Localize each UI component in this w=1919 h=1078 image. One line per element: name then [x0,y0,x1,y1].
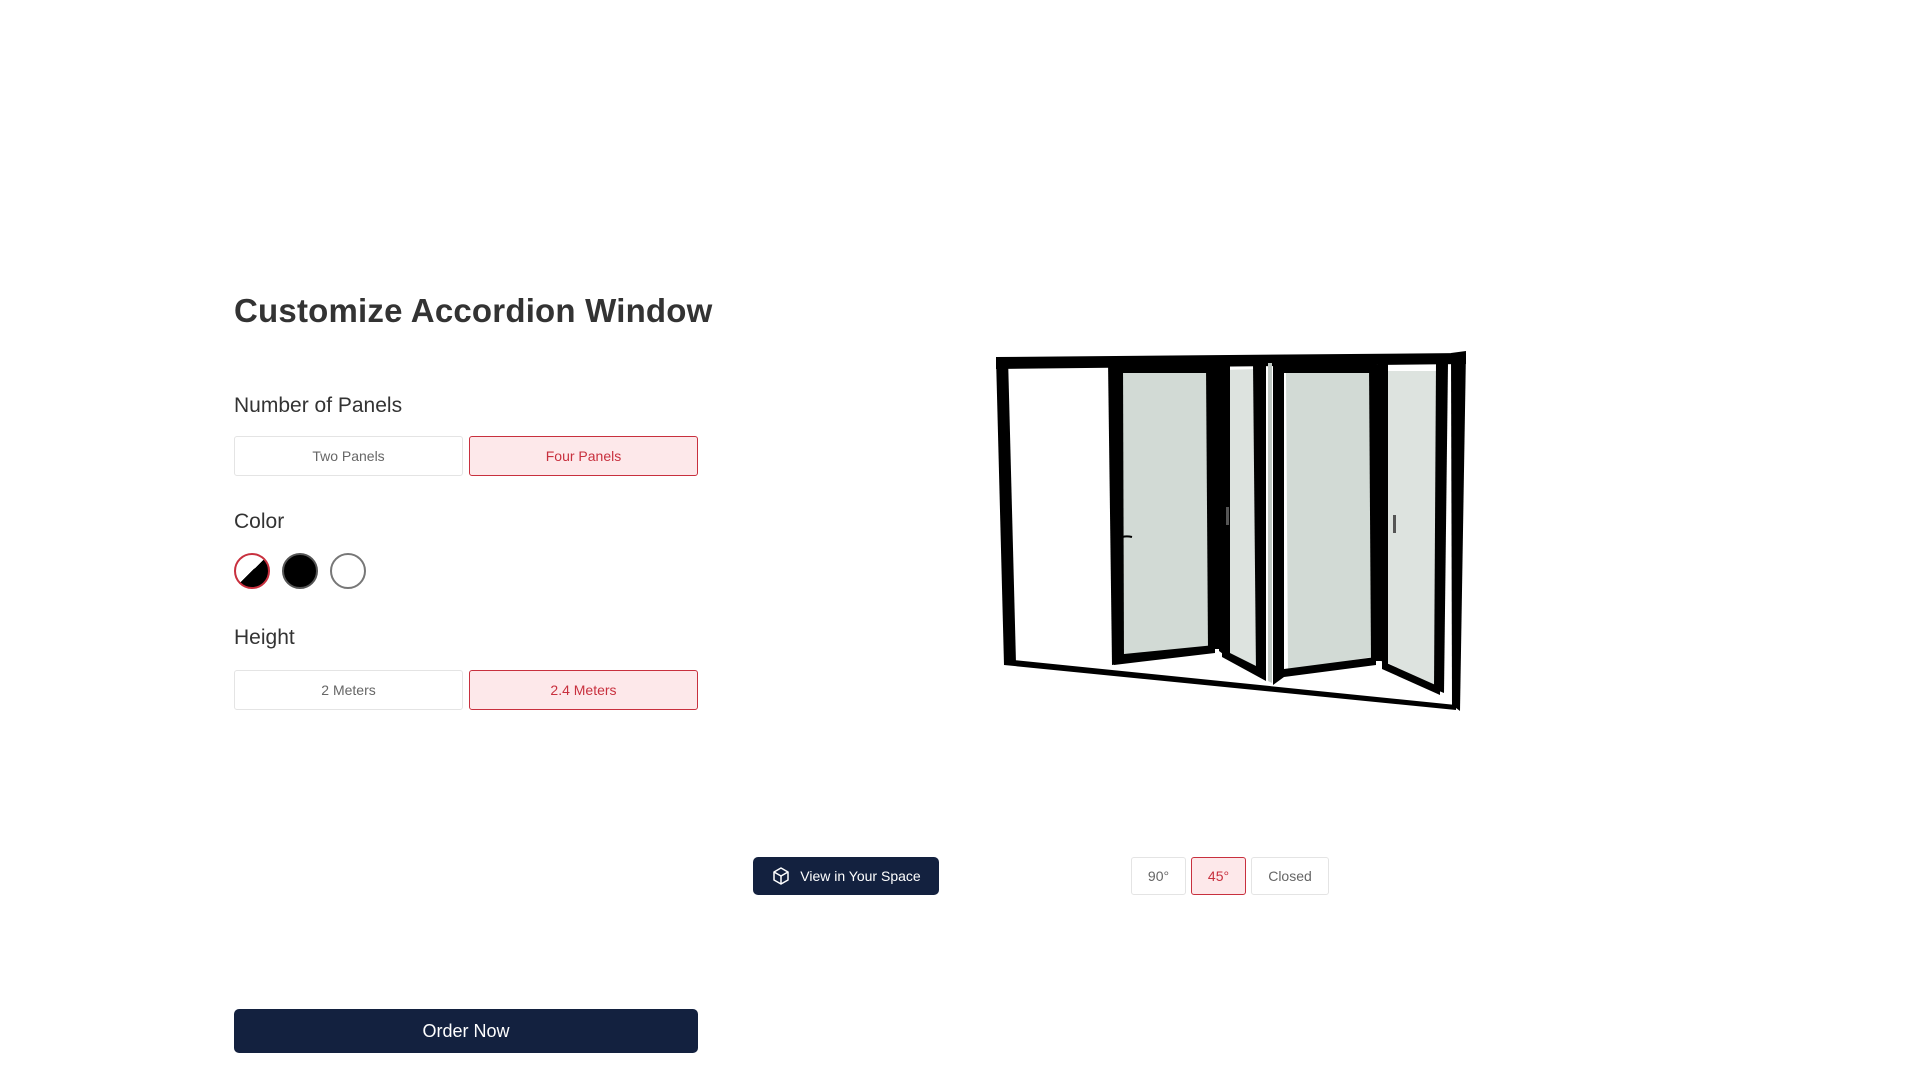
height-2m-button[interactable]: 2 Meters [234,670,463,710]
angle-closed-button[interactable]: Closed [1251,857,1329,895]
glass-pane-1 [1120,372,1210,657]
page-title: Customize Accordion Window [234,292,713,329]
glass-pane-3 [1286,372,1372,670]
view-in-your-space-button[interactable]: View in Your Space [753,857,939,895]
color-swatch-black[interactable] [282,553,318,589]
color-swatch-white[interactable] [330,553,366,589]
angle-90-button[interactable]: 90° [1131,857,1186,895]
page: Customize Accordion Window Number of Pan… [0,0,1919,1078]
color-swatch-group [234,553,366,589]
panel-2-handle-icon [1226,507,1229,525]
panel-1-rail-top [1112,365,1215,373]
window-left-opening [1006,359,1112,663]
center-mullion-highlight [1268,363,1272,683]
opening-angle-group: 90° 45° Closed [1131,857,1329,895]
accordion-window-render [996,351,1466,711]
window-3d-preview[interactable] [990,345,1470,715]
panels-option-group: Two Panels Four Panels [234,436,698,476]
color-swatch-black-white[interactable] [234,553,270,589]
color-section-label: Color [234,510,285,533]
panels-section-label: Number of Panels [234,394,403,417]
window-frame-right [1451,351,1466,711]
center-mullion [1273,363,1284,685]
panel-4-stile-right [1434,363,1448,693]
cube-3d-icon [771,866,791,886]
height-option-group: 2 Meters 2.4 Meters [234,670,698,710]
height-section-label: Height [234,626,295,649]
view-in-your-space-label: View in Your Space [800,868,921,884]
angle-45-button[interactable]: 45° [1191,857,1246,895]
order-now-button[interactable]: Order Now [234,1009,698,1053]
panel-3-rail-top [1282,365,1378,373]
panel-4-handle-icon [1393,515,1396,533]
window-frame-top [996,353,1466,369]
panel-4-stile-left [1378,363,1388,665]
two-panels-button[interactable]: Two Panels [234,436,463,476]
four-panels-button[interactable]: Four Panels [469,436,698,476]
height-2-4m-button[interactable]: 2.4 Meters [469,670,698,710]
